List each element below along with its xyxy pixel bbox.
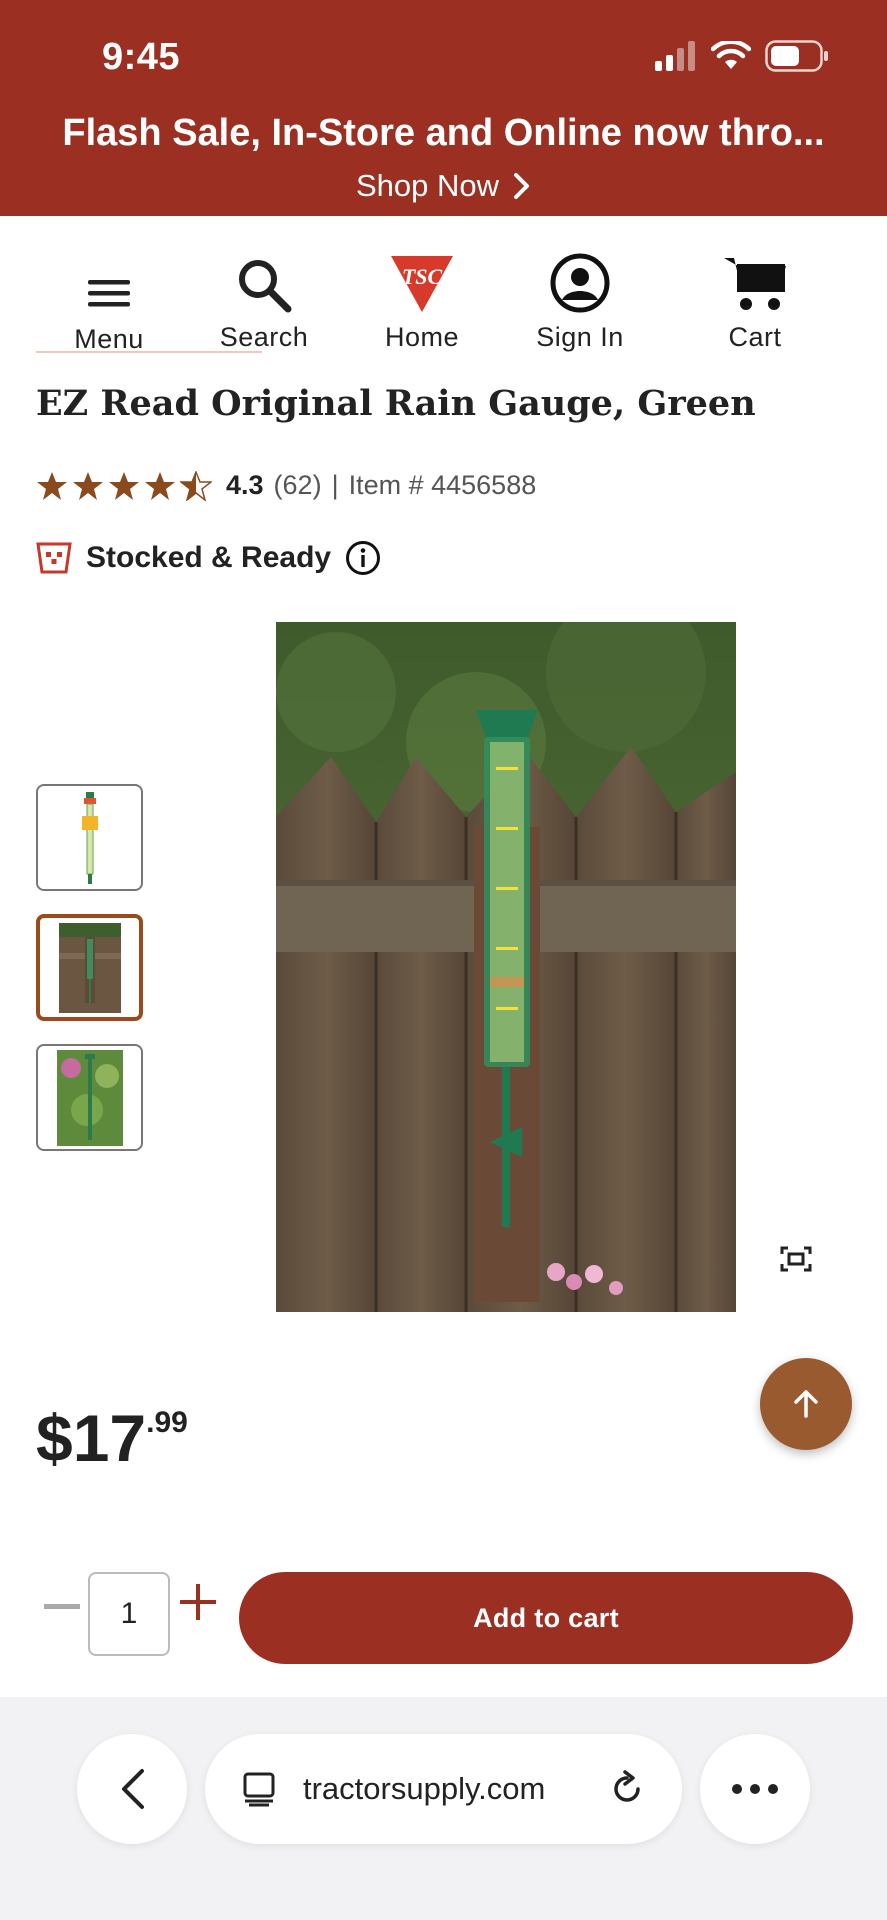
stock-label: Stocked & Ready (86, 541, 332, 574)
more-icon (732, 1784, 778, 1794)
tabs-icon (243, 1772, 275, 1807)
quantity-decrease-button[interactable] (44, 1604, 80, 1609)
arrow-up-icon (794, 1390, 818, 1418)
price-cents: .99 (146, 1406, 188, 1439)
promo-title: Flash Sale, In-Store and Online now thro… (62, 112, 825, 154)
status-time: 9:45 (102, 36, 181, 78)
tsc-logo-icon: TSC (347, 236, 497, 314)
wifi-icon (711, 41, 751, 69)
review-count: (62) (273, 470, 322, 500)
thumbnail-list (36, 784, 143, 1174)
nav-cart[interactable]: Cart (680, 236, 830, 353)
fullscreen-icon[interactable] (780, 1246, 812, 1272)
nav-home-label: Home (384, 322, 460, 352)
info-icon[interactable] (345, 540, 381, 576)
address-bar[interactable]: tractorsupply.com (205, 1734, 682, 1844)
price-dollars: $17 (36, 1401, 147, 1475)
scroll-to-top-button[interactable] (760, 1358, 852, 1450)
star-icon (73, 471, 103, 500)
nav-search-label: Search (219, 322, 309, 352)
star-icon (145, 471, 175, 500)
quantity-increase-button[interactable] (180, 1584, 216, 1620)
item-number: Item # 4456588 (348, 470, 537, 500)
product-image[interactable] (276, 622, 736, 1312)
separator: | (331, 470, 339, 500)
thumbnail-2[interactable] (36, 914, 143, 1021)
chevron-left-icon (122, 1769, 144, 1809)
rating-row[interactable]: 4.3 (62) | Item # 4456588 (36, 470, 536, 501)
stock-status: Stocked & Ready (36, 540, 381, 576)
star-icon (37, 471, 67, 500)
nav-sign-in-label: Sign In (536, 322, 624, 352)
main-nav: Menu Search TSC Home Sign In Cart (0, 216, 887, 356)
signal-icon (655, 41, 695, 71)
add-to-cart-button[interactable]: Add to cart (239, 1572, 853, 1664)
svg-text:TSC: TSC (402, 264, 443, 289)
nav-sign-in[interactable]: Sign In (505, 236, 655, 353)
cart-icon (680, 236, 830, 314)
rating-value: 4.3 (226, 470, 264, 500)
nav-divider (36, 351, 262, 353)
product-price: $17 .99 (36, 1400, 188, 1476)
star-icon (109, 471, 139, 500)
half-star-icon (180, 470, 212, 501)
browser-more-button[interactable] (700, 1734, 810, 1844)
product-title: EZ Read Original Rain Gauge, Green (36, 383, 756, 424)
chevron-right-icon (514, 173, 530, 199)
star-rating (36, 470, 212, 501)
status-icons (653, 40, 829, 72)
browser-back-button[interactable] (77, 1734, 187, 1844)
url-text: tractorsupply.com (303, 1771, 546, 1806)
nav-home[interactable]: TSC Home (347, 236, 497, 353)
search-icon (189, 236, 339, 314)
nav-search[interactable]: Search (189, 236, 339, 353)
store-icon (36, 542, 72, 574)
hamburger-icon (34, 236, 184, 314)
user-icon (505, 236, 655, 314)
shop-now-link[interactable]: Shop Now (0, 168, 887, 204)
shop-now-label: Shop Now (355, 168, 500, 203)
nav-cart-label: Cart (728, 322, 782, 352)
battery-icon (765, 40, 828, 72)
reload-icon[interactable] (608, 1770, 646, 1808)
promo-header: 9:45 Flash Sale, In-Store and Online now… (0, 0, 887, 216)
thumbnail-3[interactable] (36, 1044, 143, 1151)
quantity-input[interactable]: 1 (88, 1572, 170, 1656)
nav-menu[interactable]: Menu (34, 236, 184, 355)
thumbnail-1[interactable] (36, 784, 143, 891)
